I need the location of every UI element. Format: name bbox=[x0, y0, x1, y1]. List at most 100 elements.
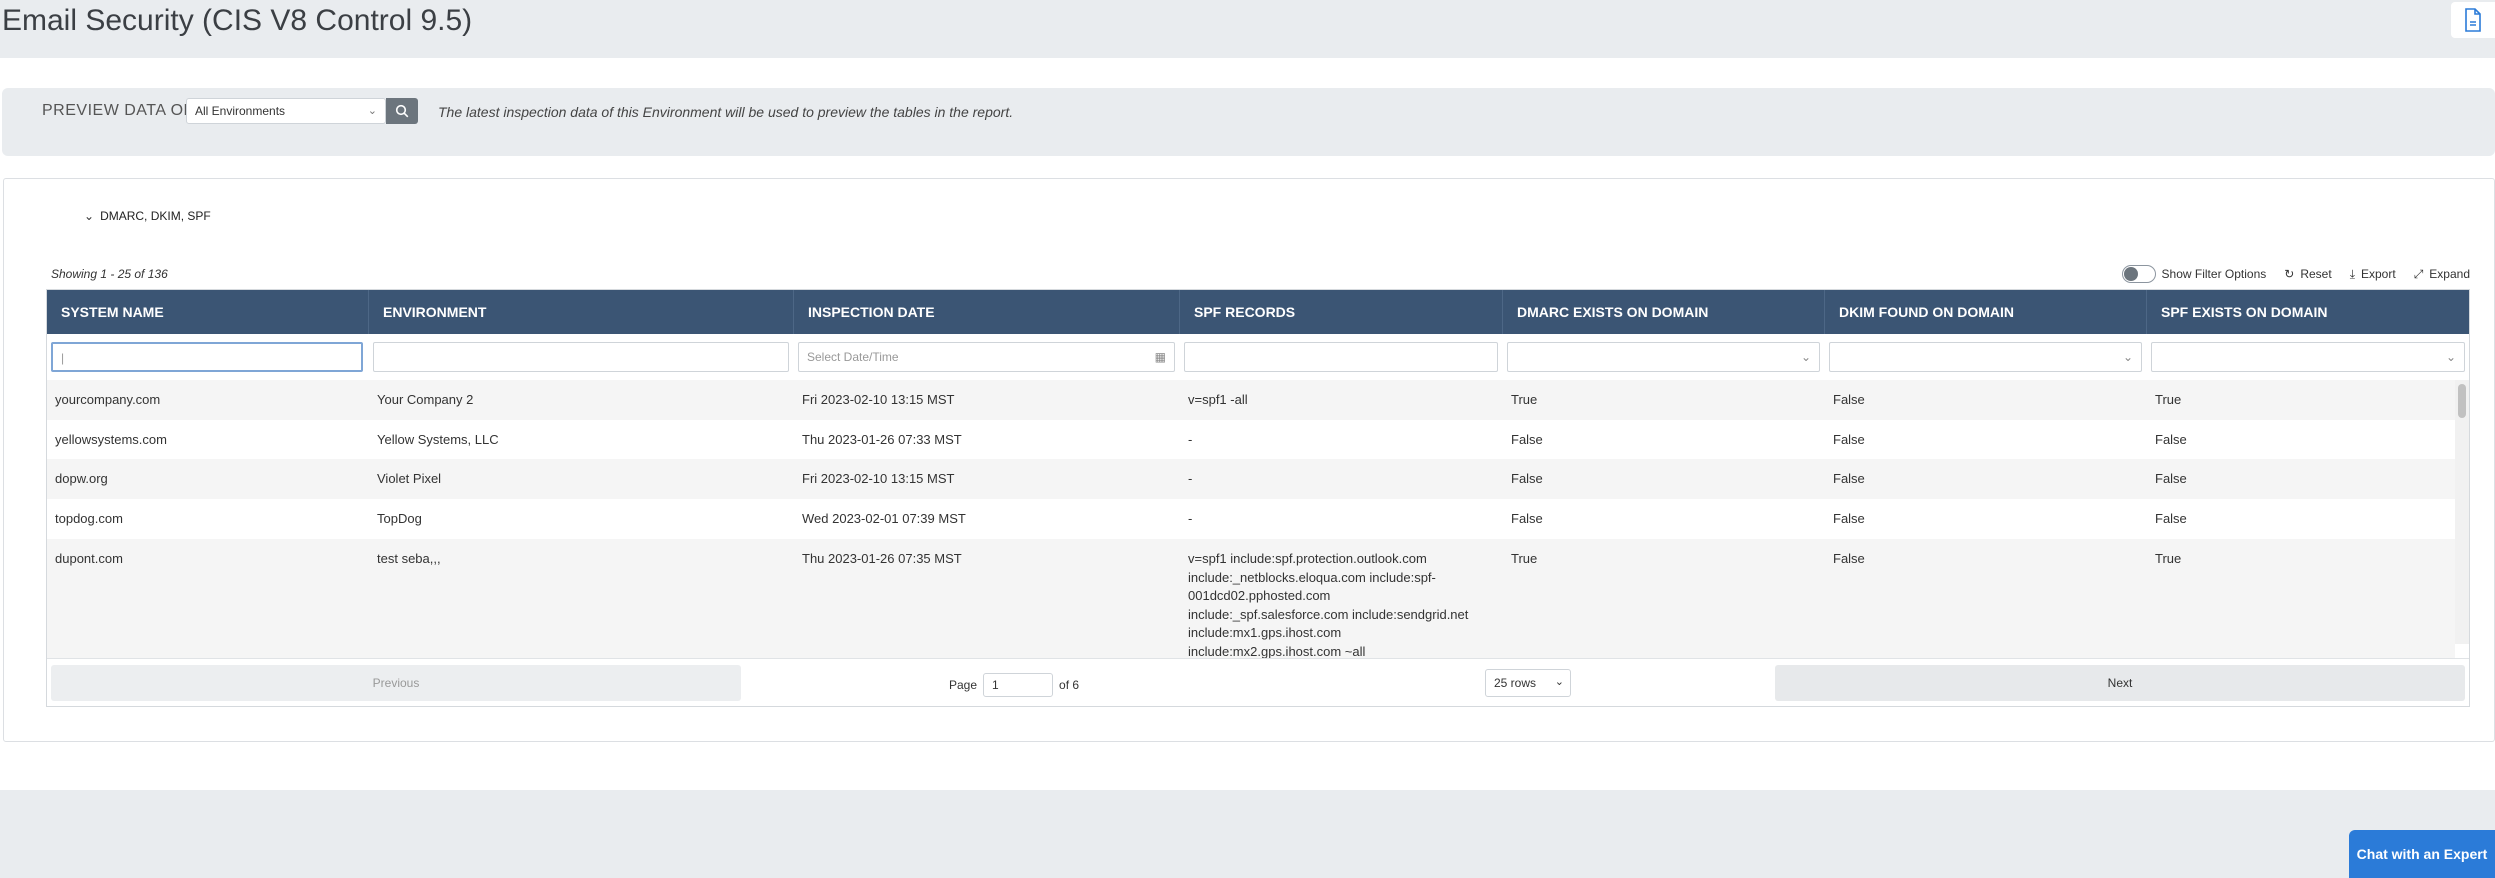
report-section-card: ⌄ DMARC, DKIM, SPF Showing 1 - 25 of 136… bbox=[3, 178, 2495, 742]
table-tools: Show Filter Options ↻ Reset ⤓ Export ⤢ E… bbox=[2121, 265, 2470, 283]
page-number-input[interactable] bbox=[983, 673, 1054, 697]
cell-dkim: False bbox=[1833, 471, 1865, 486]
next-button[interactable]: Next bbox=[1775, 665, 2465, 701]
export-label: Export bbox=[2361, 267, 2396, 281]
cell-system-name: dopw.org bbox=[55, 471, 108, 486]
footer-band bbox=[0, 790, 2495, 878]
scrollbar-thumb[interactable] bbox=[2458, 384, 2466, 418]
column-header-spf-records[interactable]: SPF RECORDS bbox=[1180, 290, 1503, 334]
cell-spf-records: - bbox=[1188, 471, 1193, 486]
cell-spf-exists: True bbox=[2155, 392, 2182, 407]
cell-dmarc: False bbox=[1511, 432, 1543, 447]
report-button[interactable] bbox=[2451, 2, 2495, 38]
cell-dmarc: False bbox=[1511, 511, 1543, 526]
cell-inspection-date: Thu 2023-01-26 07:33 MST bbox=[802, 432, 962, 447]
inspection-date-filter-input[interactable]: Select Date/Time ▦ bbox=[798, 342, 1175, 372]
cell-dkim: False bbox=[1833, 432, 1865, 447]
table-row[interactable]: topdog.com TopDog Wed 2023-02-01 07:39 M… bbox=[47, 499, 2455, 539]
cell-dkim: False bbox=[1833, 551, 1865, 566]
dmarc-filter[interactable]: ⌄ bbox=[1507, 342, 1820, 372]
cell-spf-exists: True bbox=[2155, 551, 2182, 566]
system-name-filter-input[interactable]: | bbox=[51, 342, 363, 372]
cell-spf-exists: False bbox=[2155, 432, 2187, 447]
cell-environment: Your Company 2 bbox=[377, 392, 474, 407]
expand-label: Expand bbox=[2429, 267, 2470, 281]
page-info: Page of 6 bbox=[949, 673, 1079, 697]
calendar-icon: ▦ bbox=[1154, 350, 1166, 364]
cell-inspection-date: Wed 2023-02-01 07:39 MST bbox=[802, 511, 966, 526]
cell-system-name: yellowsystems.com bbox=[55, 432, 167, 447]
column-header-inspection-date[interactable]: INSPECTION DATE bbox=[794, 290, 1180, 334]
page-header: Email Security (CIS V8 Control 9.5) bbox=[0, 0, 2495, 58]
chevron-down-icon: ⌄ bbox=[1800, 350, 1811, 364]
chevron-down-icon: ⌄ bbox=[84, 209, 95, 223]
cell-dkim: False bbox=[1833, 392, 1865, 407]
export-button[interactable]: ⤓ Export bbox=[2350, 267, 2396, 282]
table-row[interactable]: yellowsystems.com Yellow Systems, LLC Th… bbox=[47, 420, 2455, 459]
cell-spf-records: - bbox=[1188, 432, 1193, 447]
spf-exists-filter-select[interactable]: ⌄ bbox=[2151, 342, 2465, 372]
spf-records-filter[interactable] bbox=[1184, 342, 1498, 372]
chevron-down-icon: ⌄ bbox=[2122, 350, 2133, 364]
dkim-filter[interactable]: ⌄ bbox=[1829, 342, 2142, 372]
chevron-down-icon: ⌄ bbox=[1554, 676, 1564, 688]
rows-per-page-value: 25 rows bbox=[1494, 676, 1537, 690]
filter-row: | Select Date/Time ▦ ⌄ ⌄ ⌄ bbox=[47, 334, 2469, 380]
column-header-environment[interactable]: ENVIRONMENT bbox=[369, 290, 794, 334]
preview-label: PREVIEW DATA OF bbox=[42, 102, 194, 119]
cell-dmarc: True bbox=[1511, 551, 1538, 566]
cell-environment: Violet Pixel bbox=[377, 471, 442, 486]
column-header-dmarc[interactable]: DMARC EXISTS ON DOMAIN bbox=[1503, 290, 1825, 334]
environment-filter-input[interactable] bbox=[373, 342, 789, 372]
reset-label: Reset bbox=[2300, 267, 2332, 281]
cell-dmarc: False bbox=[1511, 471, 1543, 486]
page-title: Email Security (CIS V8 Control 9.5) bbox=[2, 4, 473, 37]
cell-system-name: yourcompany.com bbox=[55, 392, 161, 407]
dkim-filter-select[interactable]: ⌄ bbox=[1829, 342, 2142, 372]
environment-select[interactable]: All Environments ⌄ bbox=[186, 98, 386, 124]
table-row[interactable]: dopw.org Violet Pixel Fri 2023-02-10 13:… bbox=[47, 459, 2455, 499]
expand-button[interactable]: ⤢ Expand bbox=[2414, 267, 2470, 282]
cell-inspection-date: Fri 2023-02-10 13:15 MST bbox=[802, 392, 955, 407]
preview-note: The latest inspection data of this Envir… bbox=[438, 104, 1014, 120]
spf-exists-filter[interactable]: ⌄ bbox=[2151, 342, 2465, 372]
chat-with-expert-button[interactable]: Chat with an Expert bbox=[2349, 830, 2495, 878]
column-header-dkim[interactable]: DKIM FOUND ON DOMAIN bbox=[1825, 290, 2147, 334]
cell-spf-records: - bbox=[1188, 511, 1193, 526]
cell-system-name: dupont.com bbox=[55, 551, 123, 566]
column-header-spf-exists[interactable]: SPF EXISTS ON DOMAIN bbox=[2147, 290, 2469, 334]
section-title: DMARC, DKIM, SPF bbox=[100, 209, 211, 223]
reset-button[interactable]: ↻ Reset bbox=[2284, 267, 2331, 281]
table-row[interactable]: yourcompany.com Your Company 2 Fri 2023-… bbox=[47, 380, 2455, 420]
dmarc-filter-select[interactable]: ⌄ bbox=[1507, 342, 1820, 372]
reset-icon: ↻ bbox=[2284, 267, 2295, 281]
cell-dkim: False bbox=[1833, 511, 1865, 526]
rows-per-page-select[interactable]: 25 rows ⌄ bbox=[1485, 669, 1571, 697]
chevron-down-icon: ⌄ bbox=[367, 105, 377, 117]
showing-count: Showing 1 - 25 of 136 bbox=[51, 267, 168, 281]
inspection-date-filter[interactable]: Select Date/Time ▦ bbox=[798, 342, 1175, 372]
cell-system-name: topdog.com bbox=[55, 511, 123, 526]
cell-spf-exists: False bbox=[2155, 511, 2187, 526]
toggle-switch[interactable] bbox=[2121, 265, 2156, 283]
spf-records-filter-input[interactable] bbox=[1184, 342, 1498, 372]
environment-filter[interactable] bbox=[373, 342, 789, 372]
column-header-system-name[interactable]: SYSTEM NAME bbox=[47, 290, 369, 334]
previous-button[interactable]: Previous bbox=[51, 665, 741, 701]
table-scrollbar[interactable] bbox=[2455, 380, 2469, 644]
data-table: SYSTEM NAME ENVIRONMENT INSPECTION DATE … bbox=[46, 289, 2470, 707]
show-filter-toggle[interactable]: Show Filter Options bbox=[2121, 265, 2267, 283]
table-header: SYSTEM NAME ENVIRONMENT INSPECTION DATE … bbox=[47, 290, 2469, 334]
expand-icon: ⤢ bbox=[2413, 266, 2424, 281]
preview-search-button[interactable] bbox=[386, 98, 418, 124]
section-toggle[interactable]: ⌄ DMARC, DKIM, SPF bbox=[84, 209, 211, 223]
show-filter-label: Show Filter Options bbox=[2161, 267, 2267, 281]
pagination: Previous Page of 6 25 rows ⌄ Next bbox=[47, 658, 2469, 706]
page-of-label: of 6 bbox=[1059, 678, 1080, 692]
system-name-filter[interactable]: | bbox=[51, 342, 363, 372]
chevron-down-icon: ⌄ bbox=[2445, 350, 2456, 364]
download-icon: ⤓ bbox=[2349, 266, 2355, 281]
table-row[interactable]: dupont.com test seba,,, Thu 2023-01-26 0… bbox=[47, 539, 2455, 659]
environment-value: All Environments bbox=[195, 104, 286, 118]
cell-inspection-date: Fri 2023-02-10 13:15 MST bbox=[802, 471, 955, 486]
